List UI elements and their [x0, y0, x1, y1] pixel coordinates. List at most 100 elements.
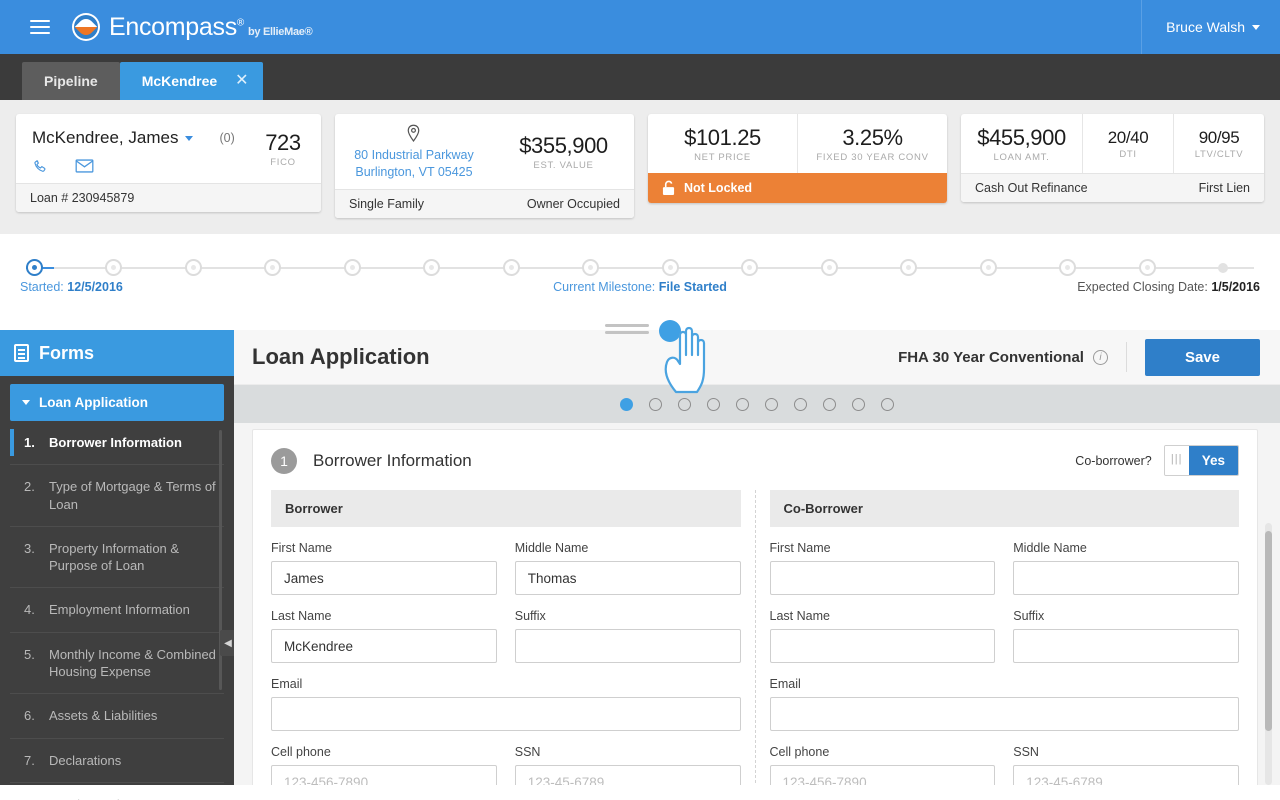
loan-program: FHA 30 Year Conventional i	[898, 349, 1108, 366]
phone-icon[interactable]	[32, 158, 49, 175]
sidebar-item-1[interactable]: 2. Type of Mortgage & Terms of Loan	[10, 465, 224, 527]
coborrower-suffix-label: Suffix	[1013, 609, 1239, 623]
borrower-suffix-input[interactable]	[515, 629, 741, 663]
coborrower-column-heading: Co-Borrower	[770, 490, 1240, 527]
milestone-node-7[interactable]	[582, 259, 599, 276]
sidebar-item-7[interactable]: 8. Non-borrowing Spouse	[10, 783, 224, 800]
borrower-count: (0)	[219, 131, 234, 145]
form-scroll-area: 1 Borrower Information Co-borrower? ||| …	[234, 423, 1280, 785]
sidebar-item-number: 2.	[24, 478, 37, 513]
milestone-node-11[interactable]	[900, 259, 917, 276]
pagination-dot-1[interactable]	[620, 398, 633, 411]
fico-cell: 723 FICO	[245, 114, 321, 183]
tab-pipeline[interactable]: Pipeline	[22, 62, 120, 100]
loan-card-top: $455,900 LOAN AMT. 20/40 DTI 90/95 LTV/C…	[961, 114, 1264, 173]
pagination-dot-6[interactable]	[765, 398, 778, 411]
rate-label: FIXED 30 YEAR CONV	[812, 152, 933, 163]
sidebar-item-0[interactable]: 1.Borrower Information	[10, 421, 224, 465]
coborrower-ssn-input[interactable]	[1013, 765, 1239, 785]
coborrower-suffix-input[interactable]	[1013, 629, 1239, 663]
user-menu[interactable]: Bruce Walsh	[1141, 0, 1280, 54]
panel-resize-handle[interactable]	[605, 320, 675, 338]
ltv-label: LTV/CLTV	[1188, 149, 1250, 160]
borrower-name: McKendree, James	[32, 128, 178, 148]
milestone-node-12[interactable]	[980, 259, 997, 276]
coborrower-middle-name-input[interactable]	[1013, 561, 1239, 595]
coborrower-cell-phone-input[interactable]	[770, 765, 996, 785]
borrower-email-input[interactable]	[271, 697, 741, 731]
toggle-grip[interactable]: |||	[1165, 446, 1189, 475]
coborrower-last-name-label: Last Name	[770, 609, 996, 623]
pagination-dot-9[interactable]	[852, 398, 865, 411]
coborrower-first-name-input[interactable]	[770, 561, 996, 595]
hamburger-icon[interactable]	[30, 16, 50, 38]
coborrower-toggle[interactable]: ||| Yes	[1164, 445, 1239, 476]
top-bar-left: Encompass®by EllieMae®	[0, 13, 312, 42]
pagination-dot-8[interactable]	[823, 398, 836, 411]
unlocked-padlock-icon	[662, 180, 675, 196]
milestone-node-8[interactable]	[662, 259, 679, 276]
toggle-yes-label[interactable]: Yes	[1189, 446, 1238, 475]
closing-date: 1/5/2016	[1211, 280, 1260, 294]
form-columns: Borrower First Name Middle Name	[253, 490, 1257, 785]
milestone-node-15[interactable]	[1218, 263, 1228, 273]
sidebar-item-label: Type of Mortgage & Terms of Loan	[49, 478, 216, 513]
map-pin-icon	[406, 124, 421, 143]
ltv-cell: 90/95 LTV/CLTV	[1173, 114, 1264, 173]
pagination-dot-3[interactable]	[678, 398, 691, 411]
coborrower-email-input[interactable]	[770, 697, 1240, 731]
sidebar-section-loan-application[interactable]: Loan Application	[10, 384, 224, 421]
price-card-top: $101.25 NET PRICE 3.25% FIXED 30 YEAR CO…	[648, 114, 947, 173]
sidebar-section-label: Loan Application	[39, 395, 148, 410]
coborrower-suffix-field: Suffix	[1013, 609, 1239, 663]
field-row: First Name Middle Name	[770, 541, 1240, 595]
pagination-dot-4[interactable]	[707, 398, 720, 411]
coborrower-middle-name-field: Middle Name	[1013, 541, 1239, 595]
resize-handle-dot[interactable]	[659, 320, 681, 342]
milestone-node-0[interactable]	[26, 259, 43, 276]
borrower-first-name-input[interactable]	[271, 561, 497, 595]
sidebar-item-2[interactable]: 3.Property Information & Purpose of Loan	[10, 527, 224, 589]
borrower-last-name-input[interactable]	[271, 629, 497, 663]
pagination-dot-10[interactable]	[881, 398, 894, 411]
pagination-dot-7[interactable]	[794, 398, 807, 411]
milestone-node-9[interactable]	[741, 259, 758, 276]
sidebar-item-4[interactable]: 5.Monthly Income & Combined Housing Expe…	[10, 633, 224, 695]
envelope-icon[interactable]	[75, 158, 94, 174]
milestone-node-6[interactable]	[503, 259, 520, 276]
property-address[interactable]: 80 Industrial Parkway Burlington, VT 054…	[347, 147, 481, 180]
close-icon[interactable]: ✕	[235, 73, 248, 89]
borrower-name-row[interactable]: McKendree, James (0)	[32, 128, 245, 148]
milestone-node-4[interactable]	[344, 259, 361, 276]
save-button[interactable]: Save	[1145, 339, 1260, 376]
milestone-node-10[interactable]	[821, 259, 838, 276]
sidebar-item-6[interactable]: 7.Declarations	[10, 739, 224, 783]
borrower-middle-name-input[interactable]	[515, 561, 741, 595]
borrower-card-top: McKendree, James (0) 723 FICO	[16, 114, 321, 183]
sidebar-item-number: 4.	[24, 601, 37, 618]
pagination-dot-2[interactable]	[649, 398, 662, 411]
borrower-first-name-field: First Name	[271, 541, 497, 595]
milestone-node-2[interactable]	[185, 259, 202, 276]
form-card-header: 1 Borrower Information Co-borrower? ||| …	[253, 430, 1257, 490]
pagination-dot-5[interactable]	[736, 398, 749, 411]
tab-mckendree[interactable]: McKendree ✕	[120, 62, 263, 100]
milestone-node-5[interactable]	[423, 259, 440, 276]
milestone-node-14[interactable]	[1139, 259, 1156, 276]
milestone-node-3[interactable]	[264, 259, 281, 276]
lock-status-badge[interactable]: Not Locked	[648, 173, 947, 203]
sidebar-item-number: 8.	[24, 796, 37, 800]
main-scrollbar-thumb[interactable]	[1265, 531, 1272, 731]
sidebar-item-3[interactable]: 4.Employment Information	[10, 588, 224, 632]
milestone-node-1[interactable]	[105, 259, 122, 276]
form-pagination	[234, 385, 1280, 423]
sidebar-item-label: Non-borrowing Spouse	[49, 796, 182, 800]
milestone-node-13[interactable]	[1059, 259, 1076, 276]
property-card-top: 80 Industrial Parkway Burlington, VT 054…	[335, 114, 634, 189]
loan-number-footer: Loan # 230945879	[16, 183, 321, 212]
borrower-cell-phone-input[interactable]	[271, 765, 497, 785]
sidebar-item-5[interactable]: 6.Assets & Liabilities	[10, 694, 224, 738]
coborrower-last-name-input[interactable]	[770, 629, 996, 663]
borrower-ssn-input[interactable]	[515, 765, 741, 785]
info-icon[interactable]: i	[1093, 350, 1108, 365]
